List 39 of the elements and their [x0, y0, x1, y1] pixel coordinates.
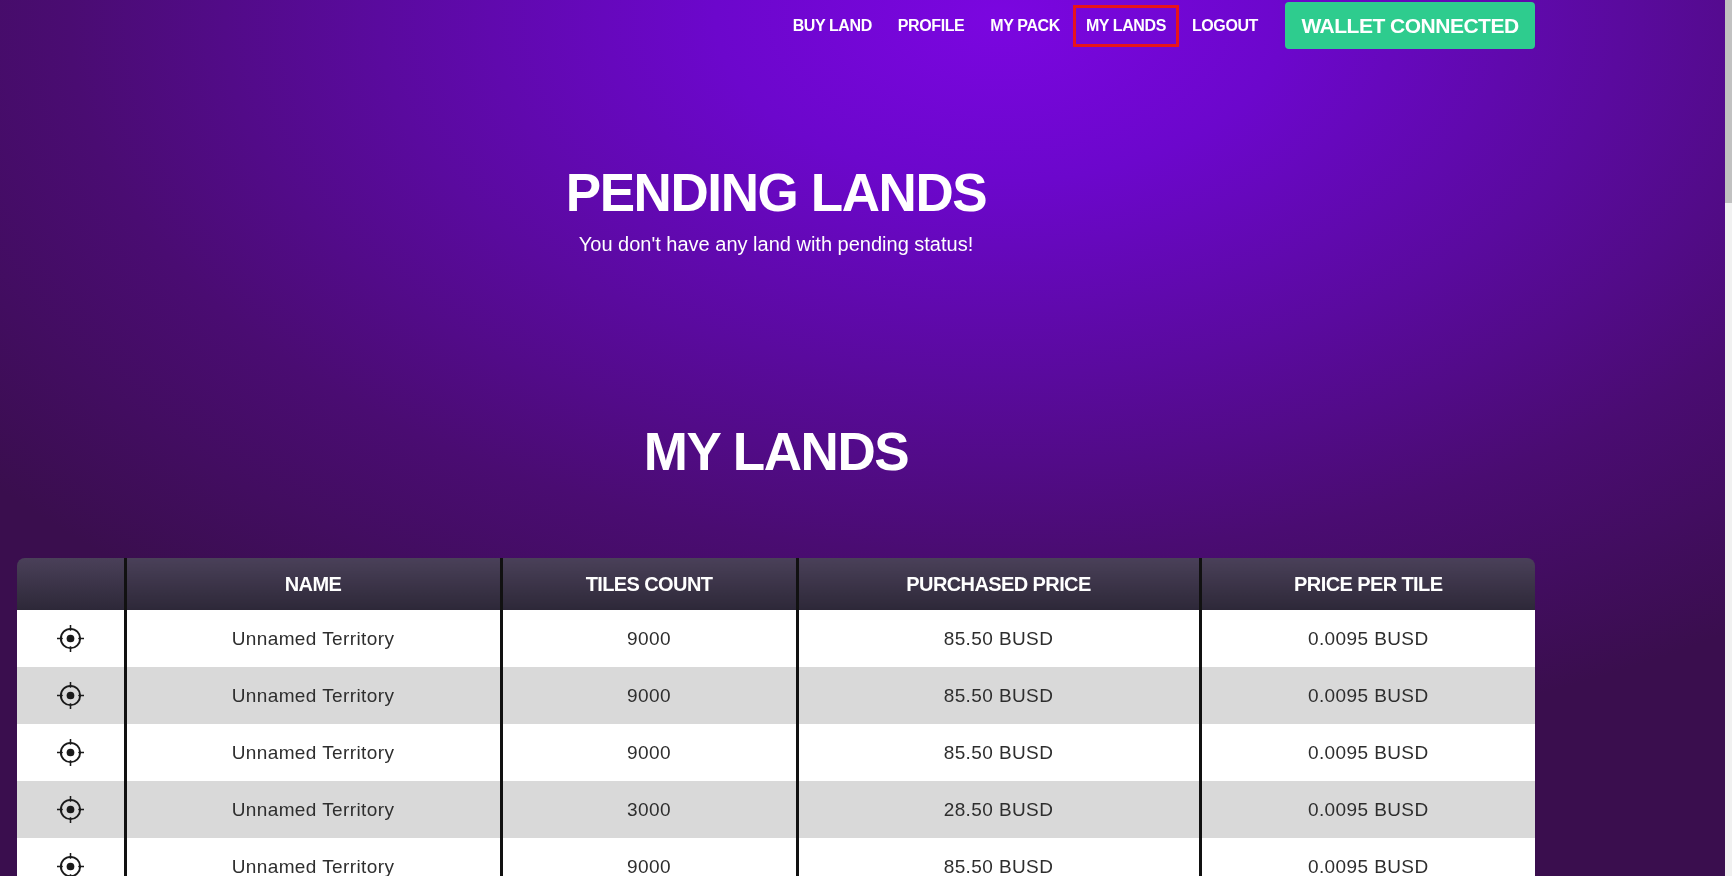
- table-cell: 9000: [501, 724, 797, 781]
- table-cell: 0.0095 BUSD: [1200, 781, 1535, 838]
- column-header: NAME: [125, 558, 501, 610]
- table-cell: 85.50 BUSD: [797, 724, 1200, 781]
- table-cell: 0.0095 BUSD: [1200, 838, 1535, 876]
- table-cell: 0.0095 BUSD: [1200, 667, 1535, 724]
- crosshair-icon[interactable]: [56, 853, 84, 876]
- table-cell: 0.0095 BUSD: [1200, 610, 1535, 667]
- table-cell: 3000: [501, 781, 797, 838]
- crosshair-icon[interactable]: [56, 625, 84, 652]
- table-cell: 9000: [501, 667, 797, 724]
- message-text: You don't have any land with pending status!: [578, 232, 974, 256]
- column-header: PRICE PER TILE: [1200, 558, 1535, 610]
- crosshair-icon[interactable]: [56, 739, 84, 766]
- crosshair-icon[interactable]: [56, 682, 84, 709]
- scrollbar-thumb[interactable]: [1725, 0, 1732, 203]
- nav-link[interactable]: PROFILE: [884, 4, 978, 47]
- table-cell: 85.50 BUSD: [797, 838, 1200, 876]
- column-header: PURCHASED PRICE: [797, 558, 1200, 610]
- table-cell: 85.50 BUSD: [797, 610, 1200, 667]
- table-cell: Unnamed Territory: [125, 781, 501, 838]
- nav-link[interactable]: MY LANDS: [1072, 4, 1179, 47]
- nav-link[interactable]: MY PACK: [977, 4, 1073, 47]
- table-cell: Unnamed Territory: [125, 724, 501, 781]
- table-cell: 0.0095 BUSD: [1200, 724, 1535, 781]
- column-header: TILES COUNT: [501, 558, 797, 610]
- section-title: MY LANDS: [643, 425, 909, 479]
- table-cell: Unnamed Territory: [125, 610, 501, 667]
- table-cell: 9000: [501, 610, 797, 667]
- table-cell: Unnamed Territory: [125, 838, 501, 876]
- table-cell: 85.50 BUSD: [797, 667, 1200, 724]
- scrollbar[interactable]: [1725, 0, 1732, 876]
- section-title: PENDING LANDS: [565, 166, 987, 220]
- table-cell: 9000: [501, 838, 797, 876]
- table-cell: 28.50 BUSD: [797, 781, 1200, 838]
- crosshair-icon[interactable]: [56, 796, 84, 823]
- table-cell: Unnamed Territory: [125, 667, 501, 724]
- nav-link[interactable]: LOGOUT: [1178, 4, 1271, 47]
- nav-link[interactable]: BUY LAND: [779, 4, 885, 47]
